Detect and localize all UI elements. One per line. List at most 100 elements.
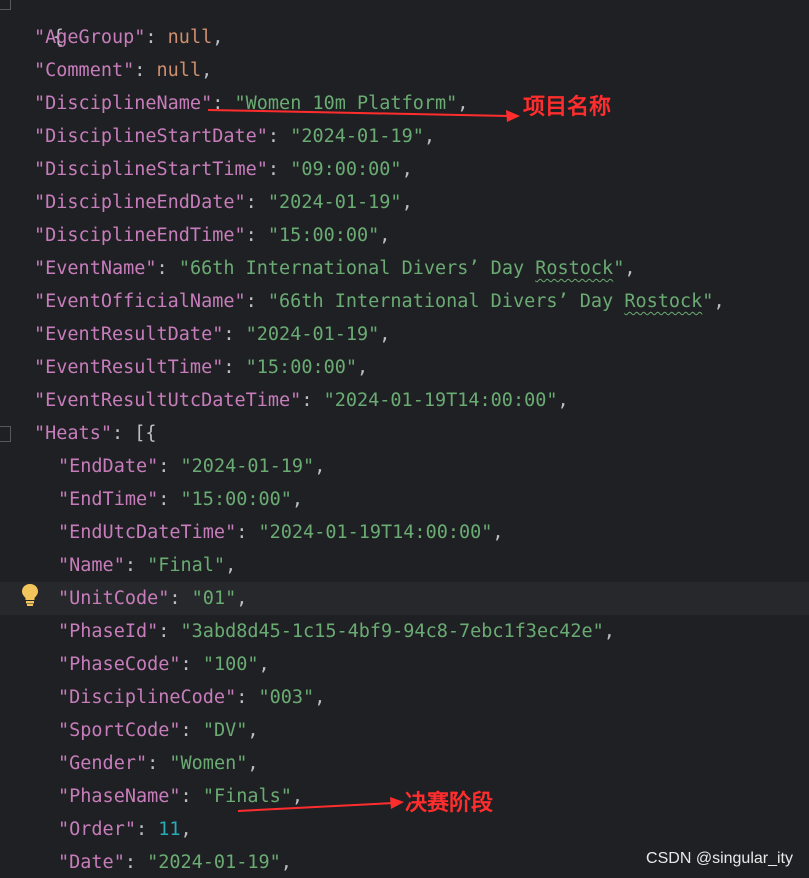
json-key: "EndDate" bbox=[58, 456, 159, 477]
json-sep: : bbox=[124, 555, 148, 576]
json-sep: : bbox=[135, 819, 159, 840]
code-line: "EventOfficialName": "66th International… bbox=[0, 285, 809, 318]
code-line: "EndUtcDateTime": "2024-01-19T14:00:00", bbox=[0, 516, 809, 549]
json-value: "Final" bbox=[147, 555, 226, 576]
json-comma: , bbox=[180, 819, 192, 840]
json-sep: : bbox=[301, 390, 324, 411]
json-sep: : bbox=[156, 258, 179, 279]
code-line: "SportCode": "DV", bbox=[0, 714, 809, 747]
code-editor[interactable]: { "AgeGroup": null, "Comment": null, "Di… bbox=[0, 0, 809, 878]
json-comma: , bbox=[236, 588, 248, 609]
json-comma: , bbox=[291, 489, 304, 510]
json-comma: , bbox=[379, 324, 391, 345]
json-sep: : bbox=[212, 93, 235, 114]
json-value: "DV" bbox=[202, 720, 248, 741]
json-value: "15:00:00" bbox=[267, 225, 380, 246]
json-sep: : bbox=[124, 852, 148, 873]
json-sep: : bbox=[158, 489, 181, 510]
json-value: "Women 10m Platform" bbox=[234, 93, 458, 114]
json-key: "SportCode" bbox=[58, 720, 181, 741]
json-comma: , bbox=[457, 93, 469, 114]
code-line: "DisciplineStartTime": "09:00:00", bbox=[0, 153, 809, 186]
annotation-phase-name: 决赛阶段 bbox=[405, 791, 494, 816]
json-sep: : bbox=[111, 423, 135, 444]
json-key: "EventOfficialName" bbox=[34, 291, 246, 312]
json-sep: : bbox=[267, 126, 291, 147]
json-key: "Comment" bbox=[34, 60, 135, 81]
json-value-end: " bbox=[702, 291, 714, 312]
json-value: "003" bbox=[258, 687, 315, 708]
code-line: "Heats": [{ bbox=[0, 417, 809, 450]
code-line-current[interactable]: "UnitCode": "01", bbox=[0, 582, 809, 615]
code-line: "PhaseId": "3abd8d45-1c15-4bf9-94c8-7ebc… bbox=[0, 615, 809, 648]
json-comma: , bbox=[603, 621, 615, 642]
json-comma: , bbox=[401, 159, 413, 180]
json-value: "2024-01-19" bbox=[147, 852, 281, 873]
code-line: "Gender": "Women", bbox=[0, 747, 809, 780]
json-sep: : bbox=[267, 159, 291, 180]
json-sep: : bbox=[147, 753, 170, 774]
fold-marker-icon[interactable] bbox=[0, 0, 11, 10]
code-line: "PhaseCode": "100", bbox=[0, 648, 809, 681]
json-key: "EndTime" bbox=[58, 489, 159, 510]
json-comma: , bbox=[225, 555, 237, 576]
json-comma: , bbox=[423, 126, 435, 147]
code-line: "EventResultUtcDateTime": "2024-01-19T14… bbox=[0, 384, 809, 417]
json-value: "100" bbox=[202, 654, 259, 675]
json-value: "01" bbox=[191, 588, 237, 609]
code-line: "DisciplineCode": "003", bbox=[0, 681, 809, 714]
json-key: "DisciplineEndTime" bbox=[34, 225, 246, 246]
json-value-typo: Rostock bbox=[624, 291, 703, 312]
json-key: "UnitCode" bbox=[58, 588, 170, 609]
json-sep: : bbox=[180, 786, 203, 807]
json-value-end: " bbox=[613, 258, 625, 279]
json-value: "Finals" bbox=[202, 786, 292, 807]
json-sep: : bbox=[245, 192, 268, 213]
json-value: "15:00:00" bbox=[245, 357, 358, 378]
json-key: "EventResultTime" bbox=[34, 357, 224, 378]
json-key: "PhaseId" bbox=[58, 621, 159, 642]
json-key: "DisciplineCode" bbox=[58, 687, 237, 708]
json-comma: , bbox=[280, 852, 292, 873]
json-key: "EndUtcDateTime" bbox=[58, 522, 237, 543]
json-comma: , bbox=[492, 522, 504, 543]
json-value: "3abd8d45-1c15-4bf9-94c8-7ebc1f3ec42e" bbox=[180, 621, 604, 642]
code-line: { bbox=[0, 0, 809, 48]
json-value: null bbox=[167, 27, 213, 48]
fold-marker-icon[interactable] bbox=[0, 426, 11, 442]
json-comma: , bbox=[357, 357, 369, 378]
json-comma: , bbox=[379, 225, 391, 246]
json-sep: : bbox=[180, 654, 203, 675]
code-line: "EventResultTime": "15:00:00", bbox=[0, 351, 809, 384]
json-value: "2024-01-19T14:00:00" bbox=[323, 390, 558, 411]
code-line: "Comment": null, bbox=[0, 54, 809, 87]
code-line: "EventResultDate": "2024-01-19", bbox=[0, 318, 809, 351]
json-value: 11 bbox=[158, 819, 181, 840]
json-sep: : bbox=[169, 588, 192, 609]
intention-bulb-icon[interactable] bbox=[21, 583, 39, 607]
json-comma: , bbox=[247, 720, 259, 741]
code-line: "DisciplineEndTime": "15:00:00", bbox=[0, 219, 809, 252]
json-value: "09:00:00" bbox=[290, 159, 402, 180]
json-comma: , bbox=[314, 456, 326, 477]
code-line: "EventName": "66th International Divers’… bbox=[0, 252, 809, 285]
json-key: "Heats" bbox=[34, 423, 112, 444]
json-value: null bbox=[156, 60, 202, 81]
json-comma: , bbox=[713, 291, 725, 312]
json-sep: : bbox=[245, 225, 268, 246]
json-sep: : bbox=[223, 357, 246, 378]
json-comma: , bbox=[258, 654, 270, 675]
json-value: "2024-01-19T14:00:00" bbox=[258, 522, 493, 543]
json-value: "66th International Divers’ Day bbox=[267, 291, 625, 312]
json-value: "2024-01-19" bbox=[180, 456, 315, 477]
json-comma: , bbox=[212, 27, 224, 48]
json-key: "EventName" bbox=[34, 258, 157, 279]
json-sep: : bbox=[236, 522, 259, 543]
code-line: "EndDate": "2024-01-19", bbox=[0, 450, 809, 483]
json-value: "2024-01-19" bbox=[267, 192, 402, 213]
json-comma: , bbox=[401, 192, 413, 213]
json-sep: : bbox=[223, 324, 246, 345]
json-key: "AgeGroup" bbox=[34, 27, 146, 48]
json-value: "2024-01-19" bbox=[245, 324, 380, 345]
json-key: "EventResultUtcDateTime" bbox=[34, 390, 302, 411]
